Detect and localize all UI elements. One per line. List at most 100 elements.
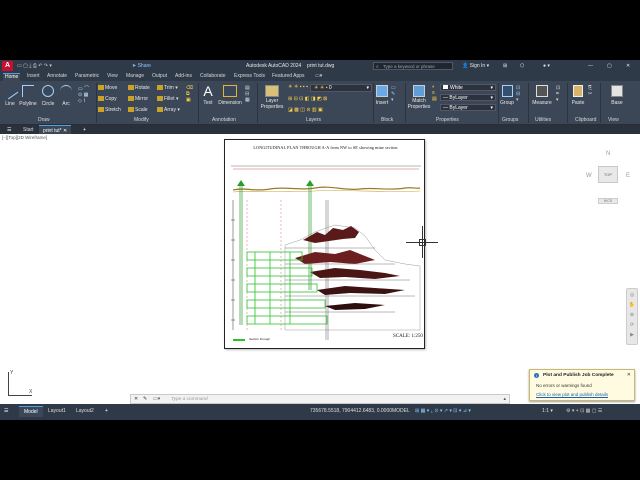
- linetype-dropdown[interactable]: — ByLayer ▾: [440, 94, 496, 101]
- layer-state-icons[interactable]: ☀ ☀ ▪ ▪ ▪: [288, 84, 308, 90]
- groups-panel-label[interactable]: Groups: [502, 117, 518, 123]
- layer-dropdown[interactable]: ☀ ☀ ▪ 0 ▾: [310, 84, 372, 92]
- draw-panel-label[interactable]: Draw: [38, 117, 50, 123]
- status-toggle-icons[interactable]: ⊞ ▦ ▾ ⌞ ⊙ ▾ ↗ ▾ ⊡ ▾ ⊿ ▾: [415, 408, 471, 414]
- command-close-icon[interactable]: ✕: [134, 396, 138, 402]
- ribbon-toggle-icon[interactable]: ▭▾: [315, 73, 322, 79]
- tab-add-ins[interactable]: Add-ins: [175, 73, 192, 79]
- utilities-extra-icons[interactable]: ⊡ ⌗ ▾: [556, 85, 560, 103]
- lineweight-dropdown[interactable]: — ByLayer ▾: [440, 104, 496, 111]
- base-tool[interactable]: Base: [609, 84, 625, 106]
- layout-menu-icon[interactable]: ☰: [4, 408, 8, 414]
- polyline-tool[interactable]: Polyline: [17, 85, 39, 107]
- wcs-dropdown[interactable]: WCS: [598, 198, 618, 204]
- annotation-scale[interactable]: 1:1 ▾: [542, 408, 553, 414]
- new-tab-button[interactable]: +: [79, 125, 90, 134]
- notification-close-button[interactable]: ✕: [627, 372, 631, 378]
- block-panel-label[interactable]: Block: [381, 117, 393, 123]
- full-navigation-wheel-icon[interactable]: ◎: [627, 292, 637, 298]
- color-dropdown[interactable]: White ▾: [440, 84, 496, 91]
- close-button[interactable]: ✕: [626, 63, 630, 69]
- modify-panel-label[interactable]: Modify: [134, 117, 149, 123]
- tab-annotate[interactable]: Annotate: [47, 73, 67, 79]
- command-settings-icon[interactable]: ✎: [143, 396, 147, 402]
- tab-view[interactable]: View: [107, 73, 118, 79]
- viewcube-north[interactable]: N: [606, 151, 610, 157]
- tab-collaborate[interactable]: Collaborate: [200, 73, 226, 79]
- drawing-sheet[interactable]: LONGITUDINAL PLAN THROUGH A-A from NW to…: [224, 139, 425, 349]
- text-tool[interactable]: A Text: [200, 84, 216, 106]
- layer-properties-tool[interactable]: Layer Properties: [259, 84, 285, 110]
- navigation-bar[interactable]: ◎ ✋ ⊕ ⟳ ▶: [626, 288, 638, 345]
- connect-icon[interactable]: ⬡: [520, 63, 524, 69]
- move-tool[interactable]: Move: [98, 85, 117, 91]
- command-history-icon[interactable]: ▭▾: [153, 396, 160, 402]
- minimize-button[interactable]: —: [588, 63, 593, 69]
- autocad-logo[interactable]: A: [2, 61, 13, 71]
- tab-home[interactable]: Home: [3, 73, 21, 81]
- layer-tool-icons[interactable]: ⊞ ⊟ ⊡ ◧ ◨ ◩ ⊠: [288, 96, 327, 102]
- block-extra-icons[interactable]: ▭ ✎ ▾: [391, 85, 396, 103]
- model-space-toggle[interactable]: MODEL: [392, 408, 410, 414]
- clipboard-panel-label[interactable]: Clipboard: [575, 117, 596, 123]
- properties-panel-label[interactable]: Properties: [436, 117, 459, 123]
- insert-tool[interactable]: Insert: [375, 84, 389, 106]
- tab-manage[interactable]: Manage: [126, 73, 144, 79]
- utilities-panel-label[interactable]: Utilities: [535, 117, 551, 123]
- help-icon[interactable]: ● ▾: [543, 63, 550, 69]
- annotation-panel-label[interactable]: Annotation: [212, 117, 236, 123]
- tab-layout2[interactable]: Layout2: [76, 408, 94, 414]
- tab-active-file[interactable]: print tut* ✕: [39, 125, 72, 134]
- line-tool[interactable]: Line: [1, 82, 19, 107]
- command-line[interactable]: ✕ ✎ ▭▾ Type a command ▴: [130, 394, 510, 404]
- scale-tool[interactable]: Scale: [128, 107, 148, 113]
- add-layout-button[interactable]: +: [105, 408, 108, 414]
- view-panel-label[interactable]: View: [608, 117, 619, 123]
- stretch-tool[interactable]: Stretch: [98, 107, 121, 113]
- zoom-extents-icon[interactable]: ⊕: [627, 312, 637, 318]
- command-expand-icon[interactable]: ▴: [503, 396, 506, 402]
- tab-parametric[interactable]: Parametric: [75, 73, 99, 79]
- arc-tool[interactable]: Arc: [59, 85, 73, 107]
- array-tool[interactable]: Array ▾: [157, 107, 180, 113]
- viewport-label[interactable]: [−][Top][2D Wireframe]: [2, 135, 47, 140]
- annotation-extra-icons[interactable]: ▤ ⊟ ▦: [245, 85, 250, 103]
- maximize-button[interactable]: ▢: [607, 63, 612, 69]
- tab-model[interactable]: Model: [19, 406, 43, 417]
- modify-extra-icons[interactable]: ⌫ ⧉ ▣: [186, 85, 193, 103]
- viewcube-east[interactable]: E: [626, 173, 630, 179]
- viewcube-west[interactable]: W: [586, 173, 592, 179]
- match-properties-tool[interactable]: Match Properties: [407, 84, 431, 110]
- showmotion-icon[interactable]: ▶: [627, 332, 637, 338]
- measure-tool[interactable]: Measure: [531, 84, 553, 106]
- fillet-tool[interactable]: Fillet ▾: [157, 96, 178, 102]
- tab-express-tools[interactable]: Express Tools: [234, 73, 265, 79]
- tab-output[interactable]: Output: [152, 73, 167, 79]
- mirror-tool[interactable]: Mirror: [128, 96, 148, 102]
- quick-access-icons[interactable]: ▭ ▢ ⤓ ⎙ ↶ ↷ ▾: [17, 63, 52, 69]
- layer-tool-icons-2[interactable]: ◪ ▩ ◫ ⊘ ▥ ▣: [288, 107, 323, 113]
- clipboard-extra-icons[interactable]: ⎘ ✂: [588, 85, 592, 97]
- tab-layout1[interactable]: Layout1: [48, 408, 66, 414]
- view-cube[interactable]: N W E TOP WCS: [586, 144, 632, 214]
- groups-extra-icons[interactable]: ⊡ ⊟ ▾: [516, 85, 520, 103]
- copy-tool[interactable]: Copy: [98, 96, 117, 102]
- group-tool[interactable]: Group: [500, 84, 514, 106]
- rotate-tool[interactable]: Rotate: [128, 85, 150, 91]
- sign-in-button[interactable]: 👤 Sign In ▾: [462, 63, 489, 69]
- tab-start[interactable]: Start: [19, 125, 38, 134]
- tab-insert[interactable]: Insert: [27, 73, 40, 79]
- share-button[interactable]: ➤ Share: [132, 63, 151, 69]
- draw-extra-icons[interactable]: ▭ ⌒ ⊙ ▦ ◇ ⌇: [78, 85, 89, 104]
- layers-panel-label[interactable]: Layers: [306, 117, 321, 123]
- properties-side-icons[interactable]: ◐ ≡ ▤: [432, 84, 437, 102]
- command-input[interactable]: Type a command: [171, 397, 208, 402]
- application-menu-icon[interactable]: ☰: [3, 125, 15, 134]
- circle-tool[interactable]: Circle: [40, 85, 56, 107]
- orbit-icon[interactable]: ⟳: [627, 322, 637, 328]
- trim-tool[interactable]: Trim ▾: [157, 85, 178, 91]
- viewcube-top-face[interactable]: TOP: [598, 166, 618, 183]
- plot-complete-notification[interactable]: i Plot and Publish Job Complete ✕ No err…: [529, 369, 635, 401]
- tab-featured-apps[interactable]: Featured Apps: [272, 73, 305, 79]
- dimension-tool[interactable]: Dimension: [217, 84, 243, 106]
